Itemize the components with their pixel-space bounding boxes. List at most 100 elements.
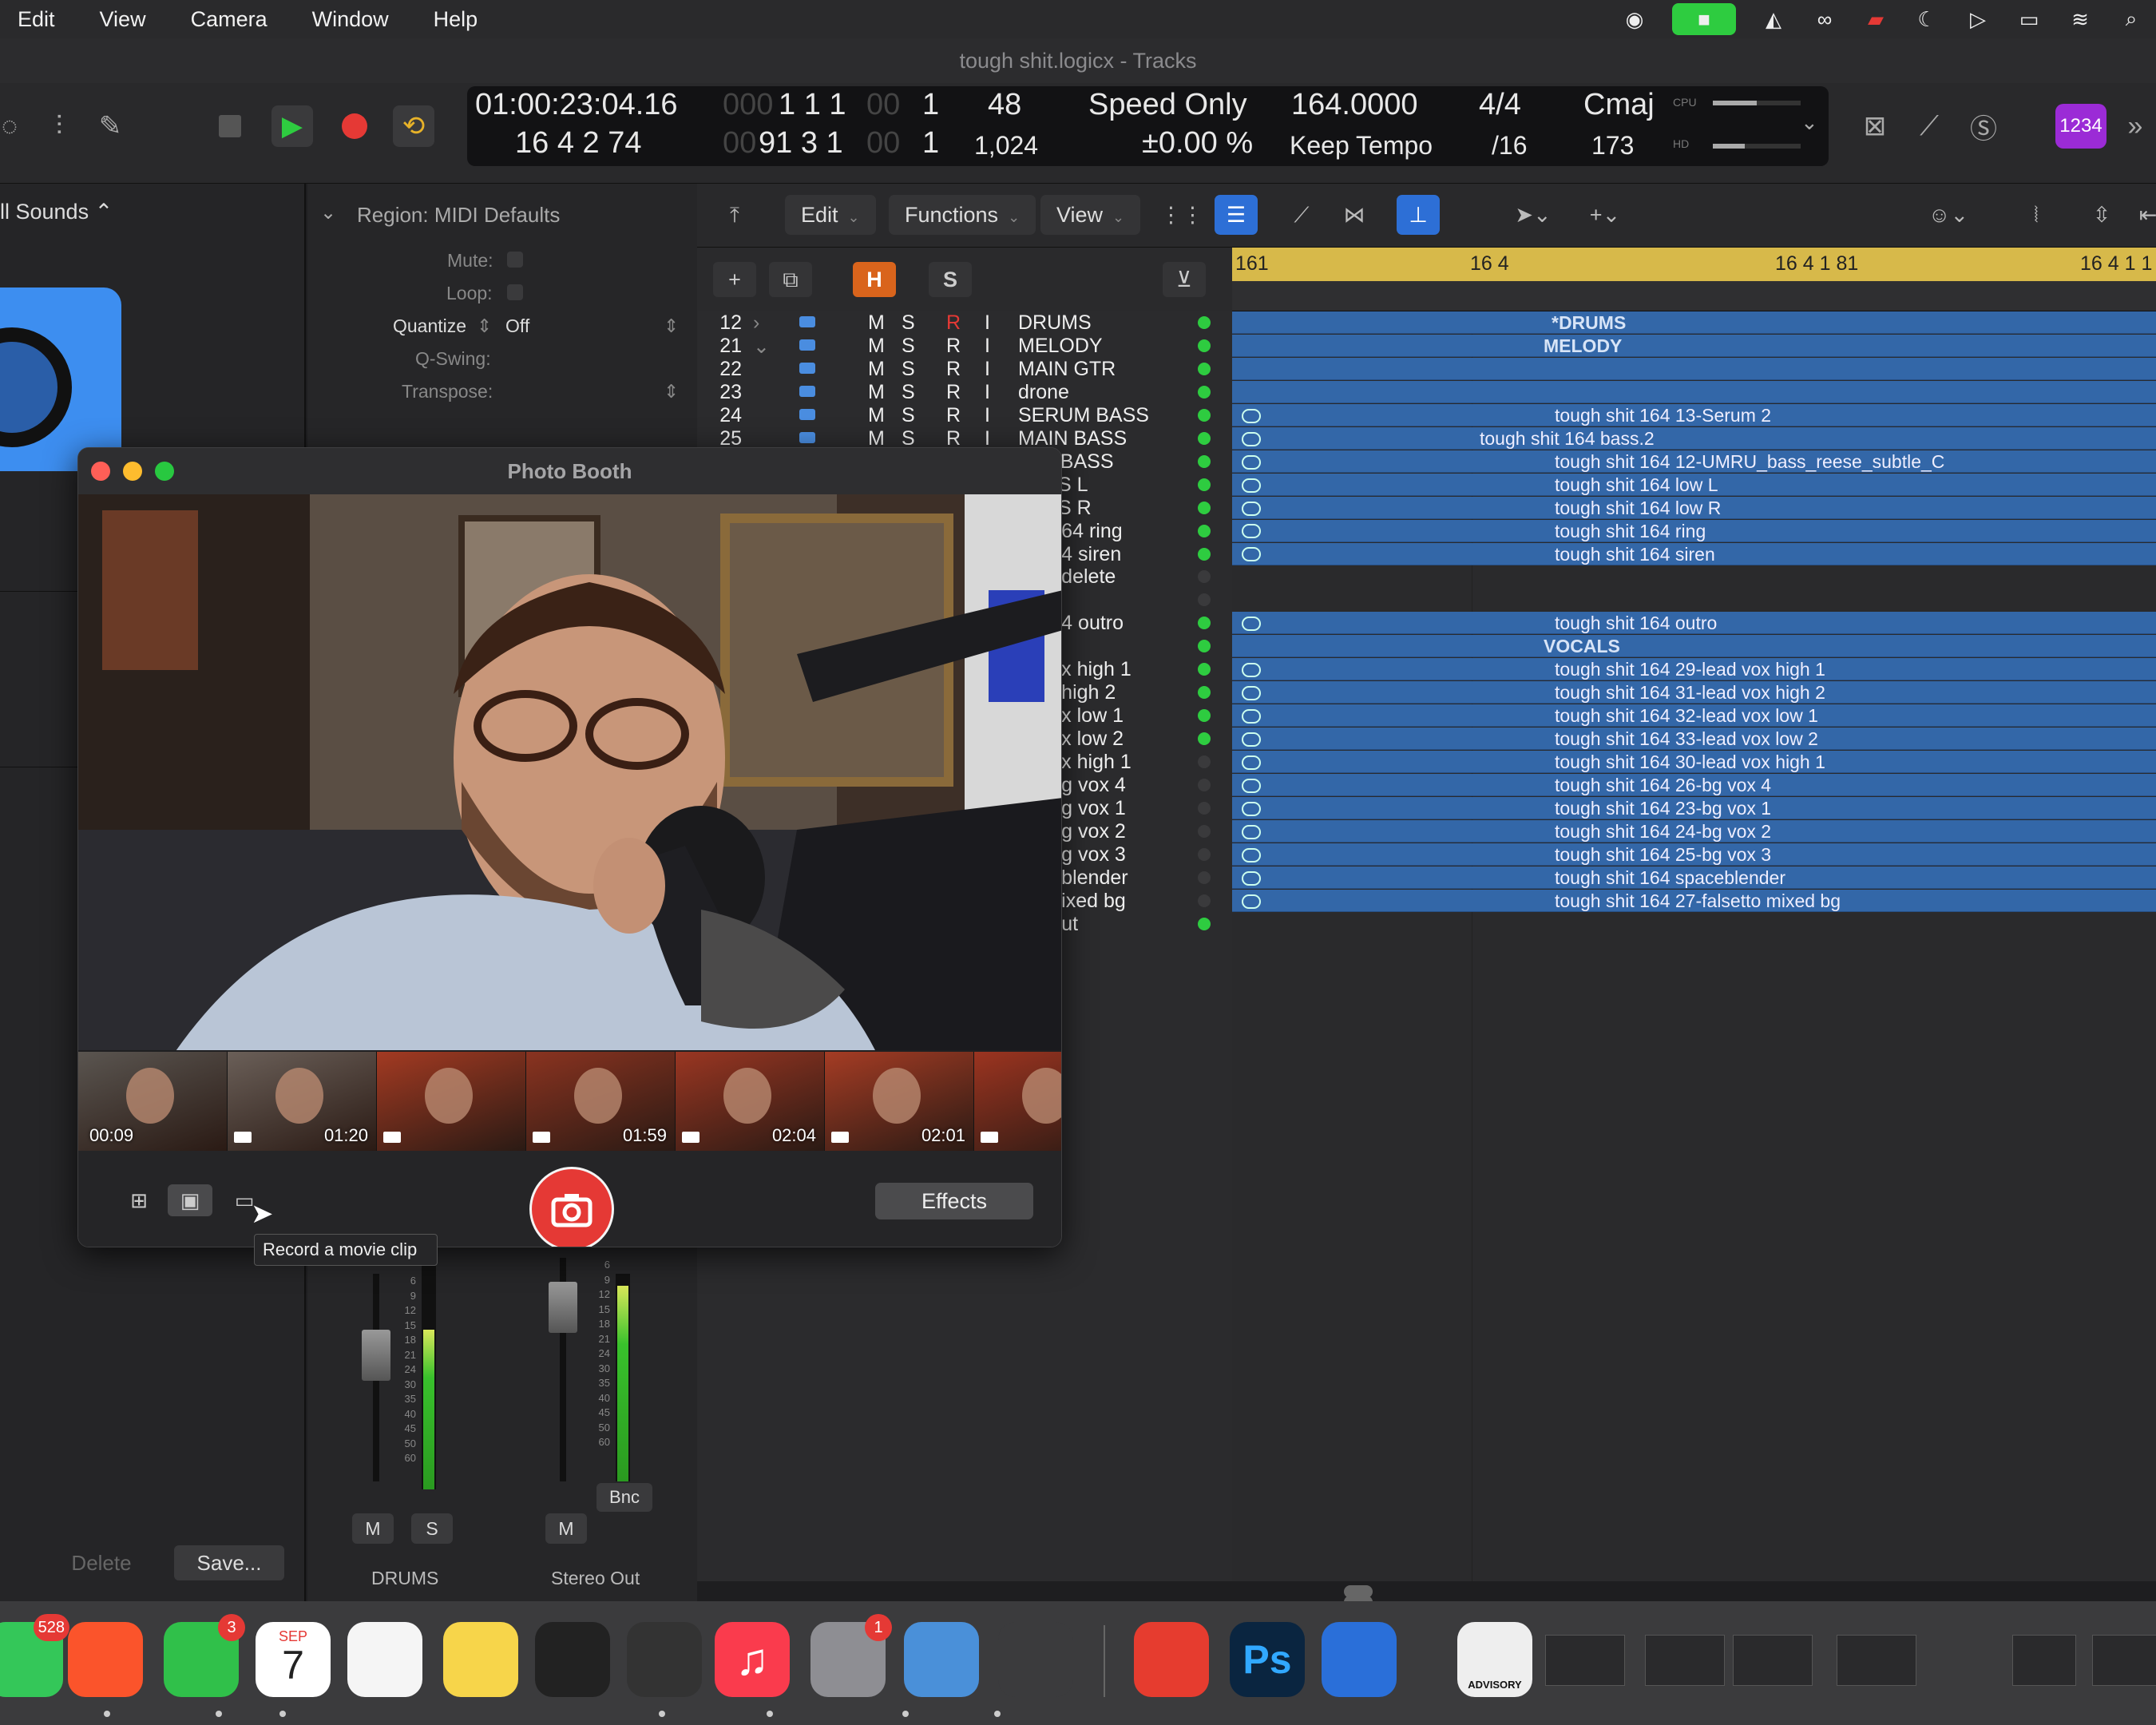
library-header[interactable]: ll Sounds ⌃: [0, 200, 113, 224]
edit-menu[interactable]: Edit ⌄: [785, 195, 876, 235]
quicktime-icon[interactable]: [1322, 1622, 1397, 1697]
logic-icon[interactable]: [535, 1622, 610, 1697]
vertical-zoom-icon[interactable]: ⇳: [2080, 195, 2123, 235]
region[interactable]: VOCALS: [1232, 635, 2156, 658]
solo-button[interactable]: S: [902, 335, 915, 358]
record-enable-button[interactable]: R: [946, 335, 961, 358]
region[interactable]: [1232, 380, 2156, 403]
global-solo-button[interactable]: S: [929, 262, 972, 297]
region[interactable]: tough shit 164 siren: [1232, 542, 2156, 565]
menu-view[interactable]: View: [100, 7, 146, 32]
mute-button[interactable]: M: [868, 404, 885, 427]
facetime-icon[interactable]: 3: [164, 1614, 245, 1697]
input-monitor-button[interactable]: I: [985, 381, 990, 404]
region[interactable]: tough shit 164 24-bg vox 2: [1232, 819, 2156, 843]
track-name[interactable]: drone: [1018, 381, 1069, 404]
loop-checkbox[interactable]: [507, 284, 523, 300]
input-monitor-button[interactable]: I: [985, 358, 990, 381]
track-name[interactable]: MAIN GTR: [1018, 358, 1116, 381]
region[interactable]: tough shit 164 26-bg vox 4: [1232, 774, 2156, 796]
track-row[interactable]: 22 M S R I MAIN GTR: [697, 358, 1232, 381]
input-monitor-button[interactable]: I: [985, 404, 990, 427]
photo-mode-icon[interactable]: ▣: [168, 1184, 212, 1216]
track-name[interactable]: DRUMS: [1018, 311, 1092, 335]
record-enable-button[interactable]: R: [946, 404, 961, 427]
region[interactable]: *DRUMS: [1232, 311, 2156, 334]
region[interactable]: tough shit 164 33-lead vox low 2: [1232, 728, 2156, 751]
minimized-window[interactable]: [1733, 1635, 1813, 1686]
chevron-down-icon[interactable]: ⌄: [1801, 110, 1818, 135]
stepper-icon[interactable]: ⇕: [664, 381, 679, 402]
region[interactable]: MELODY: [1232, 334, 2156, 357]
track-row[interactable]: 24 M S R I SERUM BASS: [697, 404, 1232, 427]
facetime-icon[interactable]: ■: [1672, 3, 1736, 35]
track-row[interactable]: 21 ⌄ M S R I MELODY: [697, 335, 1232, 358]
drums-solo-button[interactable]: S: [411, 1513, 453, 1544]
messages-icon[interactable]: 528: [0, 1614, 69, 1697]
record-button[interactable]: [334, 105, 375, 147]
thumbnail[interactable]: 01:59: [526, 1052, 675, 1151]
chevron-right-icon[interactable]: ›: [753, 311, 759, 335]
pencil-icon[interactable]: ✎: [89, 105, 131, 147]
system-settings-icon[interactable]: 1: [810, 1614, 892, 1697]
thumbnail[interactable]: 01:20: [228, 1052, 376, 1151]
notes-icon[interactable]: [443, 1622, 518, 1697]
bird-icon[interactable]: [998, 1622, 1073, 1697]
thumbnail[interactable]: 00:09: [78, 1052, 227, 1151]
region-header[interactable]: Region: MIDI Defaults: [357, 203, 560, 228]
effects-button[interactable]: Effects: [875, 1183, 1033, 1219]
solo-icon[interactable]: Ⓢ: [1963, 105, 2004, 147]
menu-window[interactable]: Window: [312, 7, 389, 32]
catch-icon[interactable]: ⊻: [1163, 262, 1206, 297]
hide-button[interactable]: H: [853, 262, 896, 297]
menu-edit[interactable]: Edit: [18, 7, 55, 32]
minimize-button[interactable]: [123, 462, 142, 481]
play-circle-icon[interactable]: ▷: [1964, 7, 1992, 31]
thumbnail[interactable]: [377, 1052, 525, 1151]
delete-button[interactable]: Delete: [48, 1545, 155, 1580]
region[interactable]: tough shit 164 low R: [1232, 496, 2156, 519]
grid-mode-icon[interactable]: ⊞: [117, 1184, 161, 1216]
mute-button[interactable]: M: [868, 335, 885, 358]
tuner-icon[interactable]: ⟋: [1908, 105, 1950, 147]
region[interactable]: [1232, 357, 2156, 380]
close-button[interactable]: [91, 462, 110, 481]
region[interactable]: tough shit 164 29-lead vox high 1: [1232, 658, 2156, 681]
region[interactable]: tough shit 164 bass.2: [1232, 426, 2156, 450]
ios-app-icon[interactable]: [904, 1622, 979, 1697]
grid-icon[interactable]: ⋮⋮: [1160, 195, 1203, 235]
region[interactable]: tough shit 164 outro: [1232, 612, 2156, 635]
calendar-icon[interactable]: SEP 7: [256, 1622, 331, 1697]
photoshop-icon[interactable]: Ps: [1230, 1622, 1305, 1697]
ruler[interactable]: 161 16 4 16 4 1 81 16 4 1 1: [1232, 248, 2156, 281]
acrobat-icon[interactable]: [1134, 1622, 1209, 1697]
plus-tool-icon[interactable]: +⌄: [1583, 195, 1627, 235]
stereo-out-fader[interactable]: [549, 1282, 577, 1333]
minimized-window[interactable]: [2092, 1635, 2156, 1686]
save-button[interactable]: Save...: [174, 1545, 284, 1580]
chevron-down-icon[interactable]: ⌄: [753, 335, 770, 359]
region[interactable]: tough shit 164 low L: [1232, 473, 2156, 496]
add-track-button[interactable]: +: [713, 262, 756, 297]
mute-button[interactable]: M: [868, 311, 885, 335]
menu-help[interactable]: Help: [434, 7, 478, 32]
mute-checkbox[interactable]: [507, 252, 523, 268]
moon-icon[interactable]: ☾: [1913, 7, 1940, 31]
smiley-icon[interactable]: ☺⌄: [1927, 195, 1970, 235]
solo-button[interactable]: S: [902, 404, 915, 427]
record-enable-button[interactable]: R: [946, 381, 961, 404]
final-cut-icon[interactable]: [627, 1622, 702, 1697]
region[interactable]: tough shit 164 12-UMRU_bass_reese_subtle…: [1232, 450, 2156, 473]
close-box-icon[interactable]: ⊠: [1854, 105, 1896, 147]
arrange-area[interactable]: *DRUMS MELODY tough shit 164 13-Serum 2 tou…: [1232, 311, 2156, 1608]
album-icon[interactable]: ADVISORY: [1457, 1622, 1532, 1697]
creative-cloud-icon[interactable]: ∞: [1811, 7, 1838, 31]
track-row[interactable]: 12 › M S R I DRUMS: [697, 311, 1232, 335]
input-monitor-button[interactable]: I: [985, 335, 990, 358]
reminders-icon[interactable]: [347, 1622, 422, 1697]
music-icon[interactable]: ♫: [715, 1622, 790, 1697]
input-monitor-button[interactable]: I: [985, 311, 990, 335]
list-view-icon[interactable]: ☰: [1215, 195, 1258, 235]
airplay-icon[interactable]: ◭: [1760, 7, 1787, 31]
stepper-icon[interactable]: ⇕: [664, 315, 679, 337]
